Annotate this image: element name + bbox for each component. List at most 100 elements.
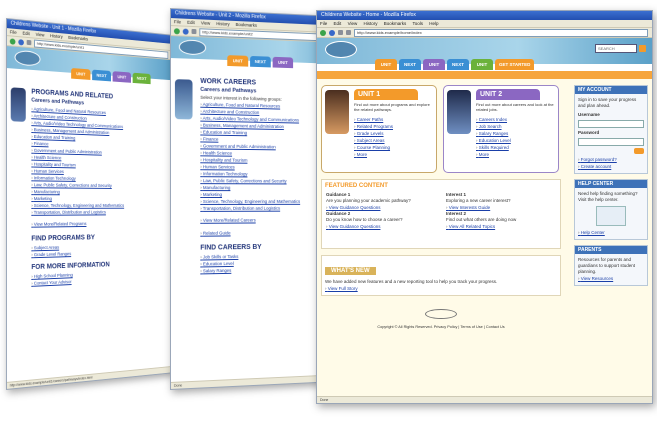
- menu-file[interactable]: File: [174, 19, 181, 24]
- login-box: MY ACCOUNT Sign in to save your progress…: [574, 85, 648, 174]
- reload-icon[interactable]: [191, 28, 197, 35]
- forward-icon[interactable]: [18, 38, 24, 46]
- menu-view[interactable]: View: [348, 21, 358, 26]
- character-illustration: [325, 90, 349, 134]
- menu-view[interactable]: View: [201, 20, 210, 25]
- menu-bookmarks[interactable]: Bookmarks: [236, 22, 257, 28]
- interest-2-link[interactable]: View All Related Topics: [446, 223, 556, 230]
- back-icon[interactable]: [173, 27, 180, 34]
- list-item[interactable]: Transportation, Distribution and Logisti…: [31, 209, 168, 216]
- parents-title: PARENTS: [575, 246, 647, 254]
- character-illustration: [10, 87, 26, 122]
- menu-history[interactable]: History: [364, 21, 378, 26]
- list-item[interactable]: Salary Ranges: [476, 130, 511, 137]
- menu-bookmarks[interactable]: Bookmarks: [68, 35, 88, 42]
- tab-unit-2[interactable]: UNIT: [423, 59, 445, 70]
- site-logo[interactable]: [178, 39, 207, 56]
- create-account-link[interactable]: Create account: [578, 163, 644, 170]
- list-item[interactable]: More: [476, 151, 511, 158]
- featured-title: FEATURED CONTENT: [325, 183, 388, 189]
- menu-edit[interactable]: Edit: [23, 31, 30, 37]
- menu-bookmarks[interactable]: Bookmarks: [384, 21, 407, 26]
- list-item[interactable]: Related Programs: [354, 123, 393, 130]
- help-box: HELP CENTER Need help finding something?…: [574, 179, 648, 240]
- tab-unit-1[interactable]: UNIT: [375, 59, 397, 70]
- tab-next-1[interactable]: NEXT: [399, 59, 421, 70]
- list-item[interactable]: Grade Levels: [354, 130, 393, 137]
- list-item[interactable]: Subject Areas: [354, 137, 393, 144]
- main-content: UNIT 1 Find out more about programs and …: [317, 79, 652, 397]
- password-field[interactable]: [578, 138, 644, 146]
- footer-logo: [425, 309, 457, 319]
- site-logo[interactable]: [14, 49, 41, 67]
- list-item[interactable]: Career Paths: [354, 116, 393, 123]
- more-link[interactable]: View More/Related Programs: [31, 220, 168, 228]
- help-illustration: [596, 206, 626, 226]
- window-title: Childrens Website - Home - Mozilla Firef…: [317, 11, 652, 20]
- menu-file[interactable]: File: [320, 21, 327, 26]
- help-link[interactable]: Help Center: [578, 229, 644, 236]
- reflection-fade: [0, 412, 657, 442]
- tab-unit-1[interactable]: UNIT: [71, 67, 91, 80]
- login-button[interactable]: [634, 148, 644, 154]
- reload-icon[interactable]: [338, 30, 343, 35]
- tab-unit-1[interactable]: UNIT: [227, 55, 249, 67]
- parents-link[interactable]: View Resources: [578, 275, 644, 282]
- menu-edit[interactable]: Edit: [187, 20, 195, 25]
- pathway-links: Agriculture, Food and Natural Resources …: [31, 105, 168, 215]
- forgot-password-link[interactable]: Forgot password?: [578, 156, 644, 163]
- menu-history[interactable]: History: [50, 33, 63, 39]
- tab-next-1[interactable]: NEXT: [92, 69, 111, 82]
- search-input[interactable]: SEARCH: [595, 44, 637, 53]
- username-field[interactable]: [578, 120, 644, 128]
- list-item[interactable]: Education Level: [476, 137, 511, 144]
- right-sidebar: MY ACCOUNT Sign in to save your progress…: [574, 85, 648, 291]
- site-tabs: UNIT NEXT UNIT: [227, 55, 294, 69]
- search-icon[interactable]: [639, 45, 646, 52]
- login-text: Sign in to save your progress and plan a…: [578, 97, 637, 108]
- guidance-2-link[interactable]: View Guidance Questions: [326, 223, 436, 230]
- list-item[interactable]: Course Planning: [354, 144, 393, 151]
- site-logo[interactable]: [325, 41, 357, 58]
- list-item[interactable]: Careers Index: [476, 116, 511, 123]
- status-bar: Done: [317, 396, 652, 403]
- news-title: WHAT'S NEW: [325, 267, 376, 275]
- tab-get-started[interactable]: GET STARTED: [495, 59, 535, 70]
- browser-window-3: Childrens Website - Home - Mozilla Firef…: [316, 10, 653, 404]
- tab-next-2[interactable]: NEXT: [132, 72, 151, 85]
- address-bar[interactable]: http://www.kids.example/home/index: [354, 28, 648, 37]
- home-icon[interactable]: [346, 30, 351, 35]
- menu-tools[interactable]: Tools: [412, 21, 423, 26]
- news-link[interactable]: View Full Story: [325, 285, 557, 292]
- guidance-1-link[interactable]: View Guidance Questions: [326, 204, 436, 211]
- interest-1-link[interactable]: View Interests Guide: [446, 204, 556, 211]
- footer: Copyright © All Rights Reserved. Privacy…: [321, 306, 561, 330]
- character-illustration: [174, 79, 193, 120]
- browser-window-1: Childrens Website - Unit 1 - Mozilla Fir…: [6, 18, 173, 390]
- panel-title: UNIT 2: [476, 89, 540, 100]
- forward-icon[interactable]: [182, 28, 189, 35]
- tab-next-2[interactable]: NEXT: [447, 59, 469, 70]
- site-tabs: UNIT NEXT UNIT NEXT: [71, 67, 151, 85]
- news-section: WHAT'S NEW We have added new features an…: [321, 255, 561, 296]
- tab-unit-3[interactable]: UNIT: [471, 59, 493, 70]
- help-text: Need help finding something? Visit the h…: [578, 191, 638, 202]
- tab-unit-2[interactable]: UNIT: [112, 71, 132, 83]
- reload-icon[interactable]: [26, 39, 32, 46]
- menu-edit[interactable]: Edit: [334, 21, 342, 26]
- menu-view[interactable]: View: [36, 32, 45, 38]
- menu-file[interactable]: File: [10, 29, 17, 35]
- menu-help[interactable]: Help: [429, 21, 438, 26]
- tab-unit-2[interactable]: UNIT: [272, 56, 294, 69]
- footer-text: Copyright © All Rights Reserved. Privacy…: [377, 325, 505, 329]
- menu-history[interactable]: History: [216, 21, 229, 27]
- help-title: HELP CENTER: [575, 180, 647, 188]
- tab-next-1[interactable]: NEXT: [250, 55, 271, 68]
- back-icon[interactable]: [9, 37, 16, 45]
- panel-title: UNIT 1: [354, 89, 418, 100]
- list-item[interactable]: More: [354, 151, 393, 158]
- list-item[interactable]: Skills Required: [476, 144, 511, 151]
- list-item[interactable]: Job Search: [476, 123, 511, 130]
- back-icon[interactable]: [320, 29, 326, 36]
- forward-icon[interactable]: [329, 29, 335, 36]
